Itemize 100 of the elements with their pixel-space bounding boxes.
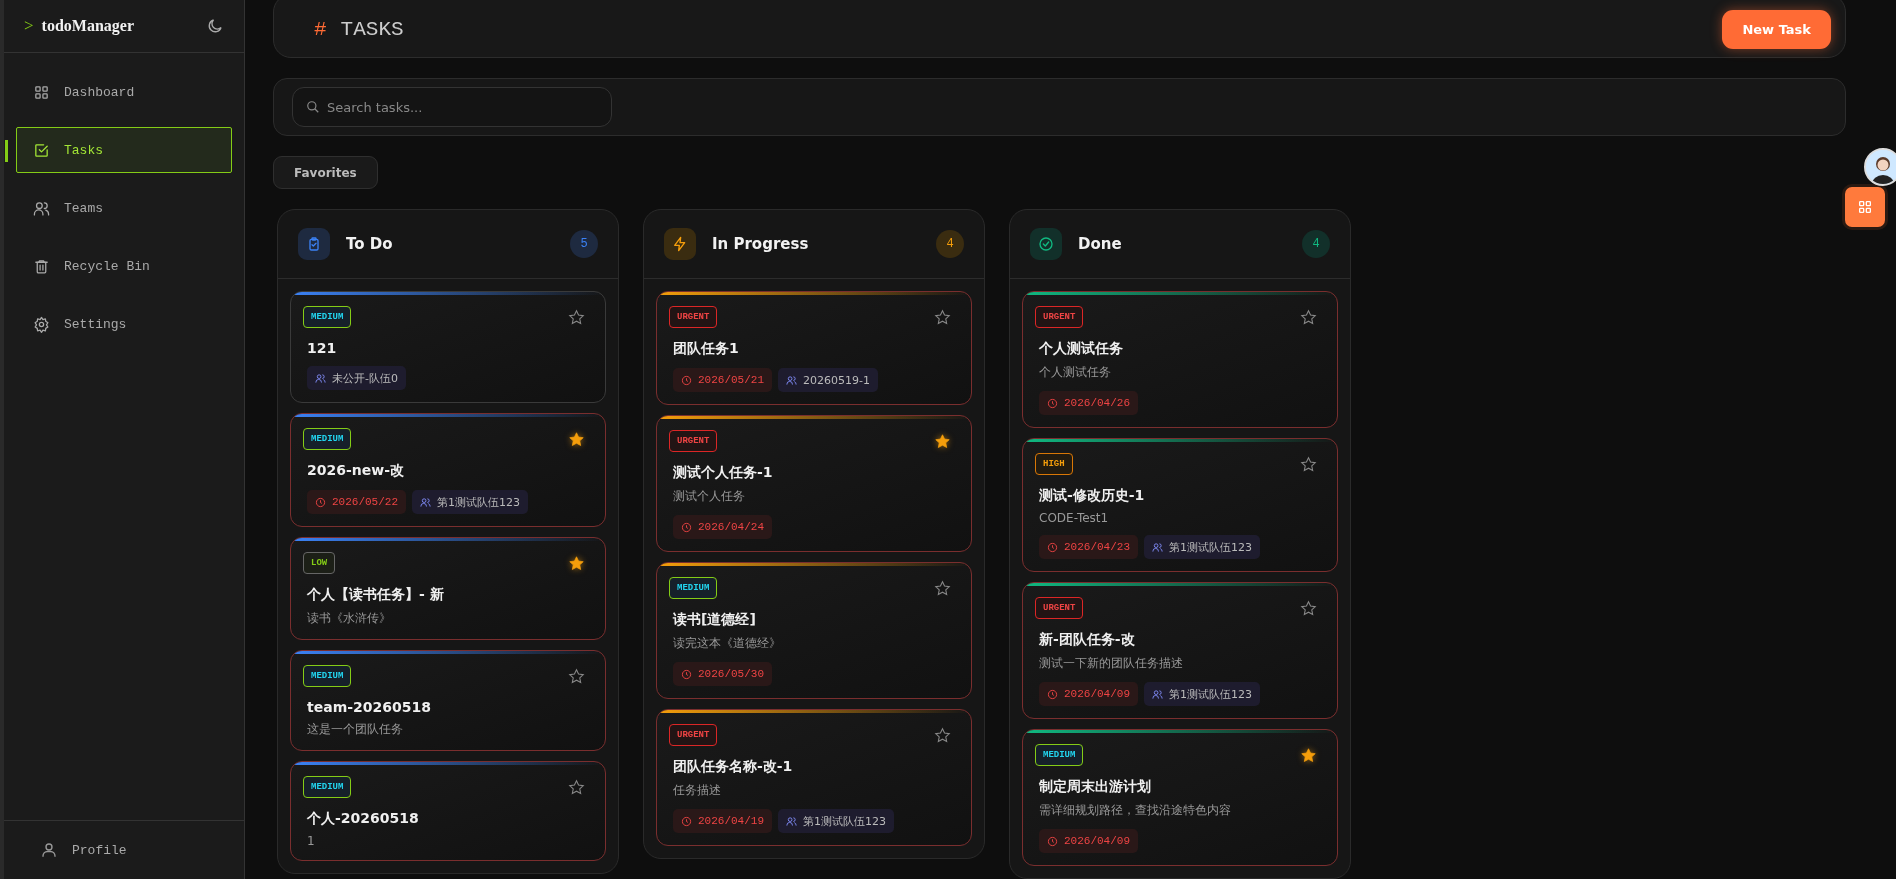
logo-mark: > — [24, 16, 34, 36]
task-card[interactable]: LOW 个人【读书任务】- 新 读书《水浒传》 — [290, 537, 606, 640]
priority-tag: URGENT — [669, 724, 718, 746]
clock-icon — [1047, 688, 1058, 700]
star-icon[interactable] — [568, 554, 585, 572]
task-card[interactable]: URGENT 个人测试任务 个人测试任务 2026/04/26 — [1022, 291, 1338, 428]
apps-button[interactable] — [1842, 184, 1888, 230]
clock-icon — [681, 668, 692, 680]
priority-tag: MEDIUM — [303, 776, 352, 798]
task-card[interactable]: URGENT 团队任务名称-改-1 任务描述 2026/04/19 第1测试队伍123 — [656, 709, 972, 846]
search-icon — [306, 100, 320, 115]
due-date: 2026/05/22 — [307, 490, 406, 514]
task-title: 121 — [307, 340, 338, 356]
team-tag: 第1测试队伍123 — [778, 809, 894, 833]
users-icon — [33, 199, 50, 217]
nav-item[interactable]: Dashboard — [16, 69, 232, 115]
task-card[interactable]: HIGH 测试-修改历史-1 CODE-Test1 2026/04/23 第1测试队伍123 — [1022, 438, 1338, 572]
due-date: 2026/04/09 — [1039, 682, 1138, 706]
due-date: 2026/04/23 — [1039, 535, 1138, 559]
check-circle-icon — [1038, 236, 1054, 252]
task-description: 测试一下新的团队任务描述 — [1039, 655, 1184, 672]
task-description: 这是一个团队任务 — [307, 721, 404, 738]
task-description: 任务描述 — [673, 782, 722, 799]
task-title: 新-团队任务-改 — [1039, 631, 1136, 649]
task-description: 读书《水浒传》 — [307, 610, 392, 627]
star-icon[interactable] — [934, 432, 951, 450]
task-title: 个人测试任务 — [1039, 340, 1124, 358]
task-card[interactable]: MEDIUM 读书[道德经] 读完这本《道德经》 2026/05/30 — [656, 562, 972, 699]
nav-item[interactable]: Settings — [16, 301, 232, 347]
star-icon[interactable] — [934, 579, 951, 597]
team-tag: 第1测试队伍123 — [412, 490, 528, 514]
due-date: 2026/04/26 — [1039, 391, 1138, 415]
task-count: 4 — [1302, 230, 1330, 258]
priority-tag: MEDIUM — [303, 306, 352, 328]
star-icon[interactable] — [1300, 746, 1317, 764]
profile-link[interactable]: Profile — [40, 841, 127, 859]
priority-tag: URGENT — [1035, 597, 1084, 619]
priority-tag: MEDIUM — [303, 428, 352, 450]
clock-icon — [681, 521, 692, 533]
star-icon[interactable] — [568, 308, 585, 326]
trash-icon — [33, 257, 50, 275]
users-icon — [420, 496, 431, 508]
priority-tag: HIGH — [1035, 453, 1073, 475]
grid-icon — [1857, 199, 1873, 215]
column-title: In Progress — [712, 235, 810, 253]
favorites-button[interactable]: Favorites — [273, 156, 378, 189]
users-icon — [315, 372, 326, 384]
star-icon[interactable] — [934, 726, 951, 744]
task-description: 需详细规划路径，查找沿途特色内容 — [1039, 802, 1232, 819]
users-icon — [786, 815, 797, 827]
lightning-icon — [672, 236, 688, 252]
column-title: To Do — [346, 235, 394, 253]
app-name: todoManager — [41, 17, 136, 35]
star-icon[interactable] — [1300, 599, 1317, 617]
task-title: 团队任务名称-改-1 — [673, 758, 794, 776]
task-card[interactable]: MEDIUM 2026-new-改 2026/05/22 第1测试队伍123 — [290, 413, 606, 527]
task-card[interactable]: URGENT 测试个人任务-1 测试个人任务 2026/04/24 — [656, 415, 972, 552]
due-date: 2026/05/30 — [673, 662, 772, 686]
task-count: 4 — [936, 230, 964, 258]
nav-item[interactable]: Recycle Bin — [16, 243, 232, 289]
team-tag: 未公开-队伍0 — [307, 366, 406, 390]
users-icon — [1152, 541, 1163, 553]
star-icon[interactable] — [568, 667, 585, 685]
star-icon[interactable] — [568, 430, 585, 448]
task-title: 个人-20260518 — [307, 810, 420, 828]
search-field[interactable]: Search tasks... — [292, 87, 612, 128]
star-icon[interactable] — [1300, 455, 1317, 473]
star-icon[interactable] — [1300, 308, 1317, 326]
clock-icon — [1047, 397, 1058, 409]
clock-icon — [681, 374, 692, 386]
priority-tag: URGENT — [669, 306, 718, 328]
clock-icon — [681, 815, 692, 827]
task-card[interactable]: MEDIUM 121 未公开-队伍0 — [290, 291, 606, 403]
priority-tag: URGENT — [1035, 306, 1084, 328]
task-title: 2026-new-改 — [307, 462, 405, 480]
clock-icon — [315, 496, 326, 508]
users-icon — [786, 374, 797, 386]
star-icon[interactable] — [568, 778, 585, 796]
task-description: 1 — [307, 834, 316, 848]
hash-mark: # — [314, 17, 327, 41]
checkbox-icon — [33, 141, 50, 159]
avatar[interactable] — [1864, 148, 1896, 186]
task-description: 个人测试任务 — [1039, 364, 1112, 381]
task-card[interactable]: MEDIUM team-20260518 这是一个团队任务 — [290, 650, 606, 751]
clipboard-icon — [306, 236, 322, 252]
task-title: 制定周末出游计划 — [1039, 778, 1152, 796]
task-card[interactable]: MEDIUM 个人-20260518 1 — [290, 761, 606, 861]
task-card[interactable]: URGENT 新-团队任务-改 测试一下新的团队任务描述 2026/04/09 第1测试队伍123 — [1022, 582, 1338, 719]
task-description: CODE-Test1 — [1039, 511, 1110, 525]
task-count: 5 — [570, 230, 598, 258]
task-card[interactable]: MEDIUM 制定周末出游计划 需详细规划路径，查找沿途特色内容 2026/04/09 — [1022, 729, 1338, 866]
team-tag: 20260519-1 — [778, 368, 878, 392]
moon-icon[interactable] — [206, 17, 224, 35]
priority-tag: MEDIUM — [1035, 744, 1084, 766]
nav-item[interactable]: Teams — [16, 185, 232, 231]
page-title: TASKS — [340, 17, 404, 41]
task-title: 读书[道德经] — [673, 611, 757, 629]
star-icon[interactable] — [934, 308, 951, 326]
task-card[interactable]: URGENT 团队任务1 2026/05/21 20260519-1 — [656, 291, 972, 405]
users-icon — [1152, 688, 1163, 700]
